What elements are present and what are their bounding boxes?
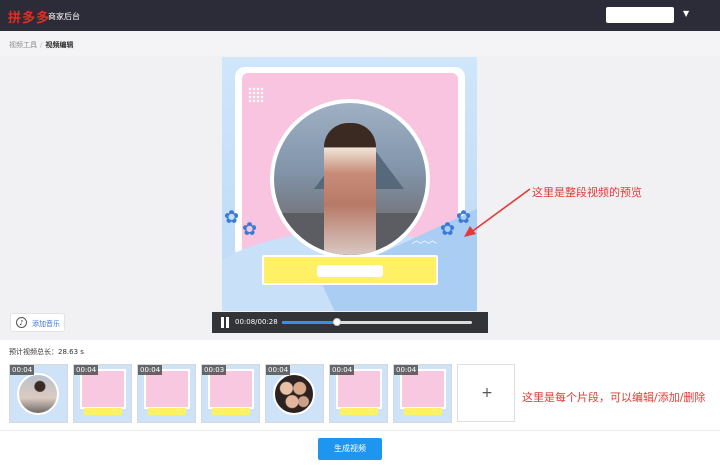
add-music-button[interactable]: ♪ 添加音乐 — [10, 313, 65, 332]
add-music-label: 添加音乐 — [32, 320, 60, 328]
clip-template-banner — [148, 408, 186, 415]
playback-time: 00:08/00:28 — [235, 318, 278, 326]
clip-template-panel — [80, 369, 126, 409]
clip-thumbnail[interactable]: 00:04 — [265, 364, 324, 423]
clip-duration-badge: 00:04 — [394, 365, 419, 375]
chevron-decoration-icon: ︿︿︿ — [412, 236, 437, 246]
add-clip-button[interactable]: + — [457, 364, 515, 422]
clip-thumbnail[interactable]: 00:04 — [137, 364, 196, 423]
brand-subtitle: 商家后台 — [48, 12, 80, 21]
clip-thumbnail[interactable]: 00:04 — [73, 364, 132, 423]
progress-fill — [282, 321, 338, 324]
clip-template-banner — [212, 408, 250, 415]
chevron-down-icon[interactable]: ▼ — [683, 9, 689, 18]
clip-duration-badge: 00:04 — [266, 365, 291, 375]
clip-thumbnail[interactable]: 00:04 — [329, 364, 388, 423]
annotation-preview-note: 这里是整段视频的预览 — [532, 186, 642, 199]
caption-text-placeholder — [317, 265, 383, 277]
caption-banner — [262, 255, 438, 285]
total-duration-label: 预计视频总长：28.63 s — [9, 348, 84, 356]
clip-duration-badge: 00:04 — [10, 365, 35, 375]
annotation-clips-note: 这里是每个片段，可以编辑/添加/删除 — [522, 391, 706, 404]
breadcrumb-item-video-edit: 视频编辑 — [45, 41, 74, 49]
clip-template-panel — [400, 369, 446, 409]
plant-left-2-icon: ✿ — [242, 219, 258, 240]
clip-duration-badge: 00:04 — [74, 365, 99, 375]
user-account-menu[interactable] — [606, 7, 674, 23]
plant-left-icon: ✿ — [224, 207, 240, 228]
top-bar: 拼多多 商家后台 ▼ — [0, 0, 720, 31]
clip-template-banner — [84, 408, 122, 415]
video-preview[interactable]: ✿ ✿ ✿ ✿ ︿︿︿ — [222, 57, 477, 311]
clip-template-panel — [336, 369, 382, 409]
video-player-controls: 00:08/00:28 — [212, 312, 488, 333]
breadcrumb-separator: / — [40, 41, 43, 49]
progress-knob[interactable] — [333, 318, 342, 326]
clip-thumbnail[interactable]: 00:03 — [201, 364, 260, 423]
pause-icon[interactable] — [221, 317, 229, 328]
clip-duration-badge: 00:04 — [330, 365, 355, 375]
preview-photo — [274, 103, 426, 255]
generate-video-button[interactable]: 生成视频 — [318, 438, 382, 460]
clip-template-panel — [208, 369, 254, 409]
timeline-panel: 预计视频总长：28.63 s 00:04 00:04 00:04 00:03 00:04… — [0, 340, 720, 430]
clip-template-banner — [404, 408, 442, 415]
clip-photo — [273, 373, 315, 415]
brand-logo[interactable]: 拼多多 — [8, 7, 50, 26]
dot-grid-decoration — [248, 87, 264, 103]
footer-bar: 生成视频 — [0, 430, 720, 466]
clip-template-panel — [144, 369, 190, 409]
photo-person — [324, 123, 376, 255]
clip-duration-badge: 00:04 — [138, 365, 163, 375]
annotation-arrow-icon — [464, 188, 531, 237]
clip-duration-badge: 00:03 — [202, 365, 227, 375]
plant-right-icon: ✿ — [440, 219, 456, 240]
clip-photo — [17, 373, 59, 415]
clip-thumbnail[interactable]: 00:04 — [393, 364, 452, 423]
clip-template-banner — [340, 408, 378, 415]
clip-thumbnail[interactable]: 00:04 — [9, 364, 68, 423]
plus-icon: + — [481, 385, 493, 401]
breadcrumb-item-video-tools[interactable]: 视频工具 — [9, 41, 37, 49]
breadcrumb: 视频工具 / 视频编辑 — [9, 40, 73, 50]
music-note-icon: ♪ — [16, 317, 27, 328]
progress-track[interactable] — [282, 318, 472, 326]
